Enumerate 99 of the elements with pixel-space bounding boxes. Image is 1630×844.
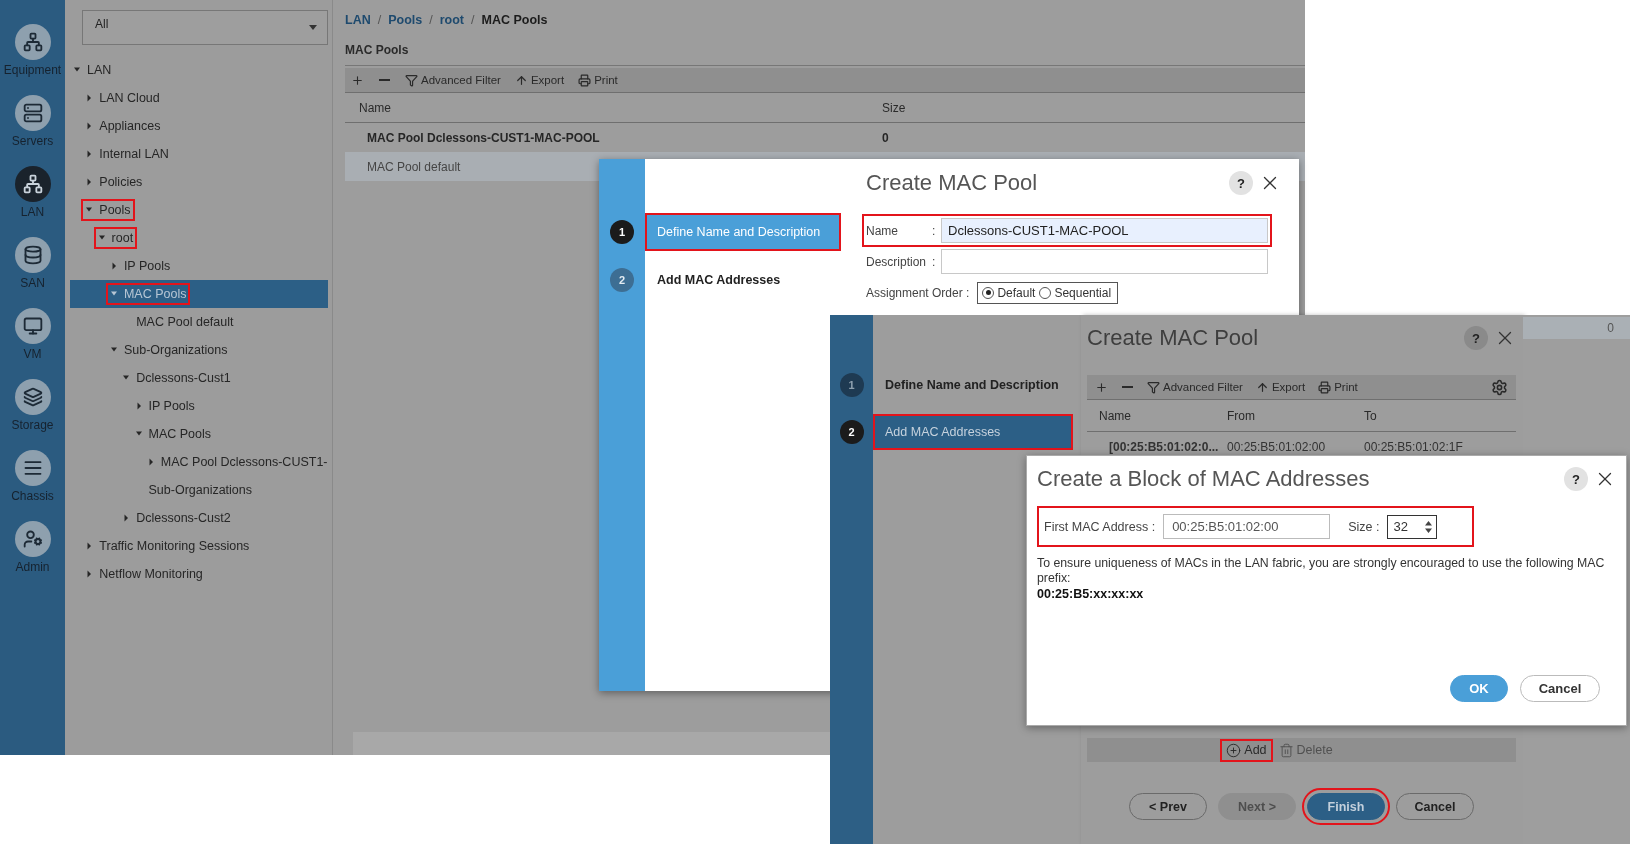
- help-button[interactable]: ?: [1564, 467, 1588, 491]
- printer-icon: [1318, 380, 1332, 394]
- wizard-step[interactable]: Define Name and Description: [645, 213, 841, 251]
- breadcrumb-link[interactable]: MAC Pools: [481, 13, 548, 29]
- tree-item[interactable]: LAN Cloud: [70, 84, 328, 112]
- step-number: 1: [610, 220, 634, 244]
- text-field[interactable]: 00:25:B5:01:02:00: [1163, 514, 1331, 539]
- table-cell-text: MAC Pool default: [366, 159, 462, 174]
- tree-item[interactable]: Traffic Monitoring Sessions: [70, 532, 328, 560]
- help-button[interactable]: ?: [1229, 171, 1253, 195]
- settings-button[interactable]: [1491, 378, 1508, 396]
- table-cell: 0: [1607, 321, 1614, 335]
- tree-item[interactable]: Sub-Organizations: [70, 336, 328, 364]
- breadcrumb-separator: /: [377, 13, 382, 29]
- column-header[interactable]: Name: [1087, 408, 1223, 423]
- wizard-button[interactable]: Cancel: [1396, 793, 1474, 820]
- gear-icon: [1491, 378, 1508, 396]
- print-button[interactable]: Print: [1318, 380, 1358, 394]
- breadcrumb-link[interactable]: root: [439, 13, 465, 29]
- tree-item[interactable]: Dclessons-Cust2: [70, 504, 328, 532]
- trash-icon: [1278, 742, 1294, 758]
- spinner-arrows-icon[interactable]: [1424, 519, 1434, 534]
- tree-item[interactable]: MAC Pool Dclessons-CUST1-: [70, 448, 328, 476]
- column-header[interactable]: To: [1360, 408, 1516, 423]
- field-label: Size :: [1348, 519, 1380, 534]
- add-button[interactable]: [1095, 380, 1108, 394]
- field-label: Assignment Order :: [866, 285, 970, 300]
- export-button[interactable]: Export: [514, 73, 565, 87]
- caret-icon: [309, 25, 317, 30]
- field-label: Name: [866, 223, 899, 238]
- dialog-title: Create a Block of MAC Addresses: [1037, 466, 1370, 492]
- tree-item[interactable]: MAC Pools: [70, 280, 328, 308]
- tree-item[interactable]: Policies: [70, 168, 328, 196]
- breadcrumb-separator: /: [471, 13, 475, 29]
- tree-item[interactable]: root: [70, 224, 328, 252]
- add-button[interactable]: [351, 73, 364, 87]
- wizard-step[interactable]: Add MAC Addresses: [873, 414, 1073, 450]
- step-number: 2: [610, 268, 634, 292]
- mac-prefix: 00:25:B5:xx:xx:xx: [1037, 587, 1145, 601]
- ok-button[interactable]: OK: [1450, 675, 1508, 702]
- text-field[interactable]: Dclessons-CUST1-MAC-POOL: [941, 218, 1268, 243]
- advanced-filter-button[interactable]: Advanced Filter: [1147, 380, 1243, 394]
- filter-dropdown[interactable]: All: [82, 10, 328, 45]
- table-cell-text: [00:25:B5:01:02:0...: [1108, 439, 1220, 454]
- add-button[interactable]: Add: [1224, 742, 1269, 758]
- plus-icon: [1095, 380, 1108, 394]
- note-text: To ensure uniqueness of MACs in the LAN fabric, you are strongly encouraged to use the following MAC prefix:: [1037, 556, 1606, 586]
- filter-icon: [405, 73, 418, 87]
- filter-icon: [1147, 380, 1160, 394]
- table-cell-text: MAC Pool Dclessons-CUST1-MAC-POOL: [366, 130, 601, 145]
- export-button[interactable]: Export: [1255, 380, 1306, 394]
- table-cell-text: 0: [881, 130, 890, 145]
- tree-item[interactable]: MAC Pools: [70, 420, 328, 448]
- tree-item[interactable]: Netflow Monitoring: [70, 560, 328, 588]
- cancel-button[interactable]: Cancel: [1520, 675, 1600, 702]
- step-number: 2: [839, 420, 864, 444]
- printer-icon: [578, 73, 592, 87]
- wizard-button[interactable]: < Prev: [1129, 793, 1207, 820]
- print-button[interactable]: Print: [578, 73, 618, 87]
- table-row[interactable]: MAC Pool Dclessons-CUST1-MAC-POOL 0: [345, 123, 1305, 152]
- plus-icon: [351, 73, 364, 87]
- wizard-step[interactable]: Add MAC Addresses: [645, 261, 841, 299]
- breadcrumb-link[interactable]: LAN: [345, 13, 371, 29]
- number-field[interactable]: 32: [1387, 514, 1438, 539]
- tree-item[interactable]: IP Pools: [70, 252, 328, 280]
- help-button[interactable]: ?: [1464, 326, 1488, 350]
- plus-circle-icon: [1226, 742, 1242, 758]
- field-label: First MAC Address :: [1044, 519, 1156, 534]
- text-field[interactable]: [941, 249, 1268, 274]
- column-header[interactable]: Name: [345, 100, 868, 115]
- breadcrumb-link[interactable]: Pools: [388, 13, 423, 29]
- field-colon: :: [932, 223, 937, 238]
- tree-item[interactable]: Sub-Organizations: [70, 476, 328, 504]
- tree-item[interactable]: LAN: [70, 56, 328, 84]
- step-number: 1: [839, 373, 864, 397]
- minus-icon: [379, 79, 390, 81]
- section-title: MAC Pools: [345, 43, 1305, 66]
- radio-option[interactable]: Default: [982, 285, 1036, 300]
- field-label: Description: [866, 254, 928, 269]
- tree-item[interactable]: Internal LAN: [70, 140, 328, 168]
- radio-option[interactable]: Sequential: [1039, 285, 1112, 300]
- column-header[interactable]: Size: [868, 100, 1305, 115]
- tree-item[interactable]: Pools: [70, 196, 328, 224]
- minus-icon: [1122, 386, 1133, 388]
- dialog-title: Create MAC Pool: [1087, 325, 1259, 351]
- tree-item[interactable]: MAC Pool default: [70, 308, 328, 336]
- column-header[interactable]: From: [1223, 408, 1360, 423]
- field-colon: :: [932, 254, 937, 269]
- dialog-title: Create MAC Pool: [866, 170, 1038, 196]
- breadcrumb-separator: /: [429, 13, 433, 29]
- table-cell-text: 00:25:B5:01:02:1F: [1363, 439, 1464, 454]
- table-cell-text: 00:25:B5:01:02:00: [1226, 439, 1327, 454]
- wizard-step[interactable]: Define Name and Description: [873, 367, 1073, 403]
- arrow-up-icon: [514, 73, 528, 87]
- tree-item[interactable]: Dclessons-Cust1: [70, 364, 328, 392]
- advanced-filter-button[interactable]: Advanced Filter: [405, 73, 501, 87]
- tree-item[interactable]: Appliances: [70, 112, 328, 140]
- tree-item[interactable]: IP Pools: [70, 392, 328, 420]
- arrow-up-icon: [1255, 380, 1269, 394]
